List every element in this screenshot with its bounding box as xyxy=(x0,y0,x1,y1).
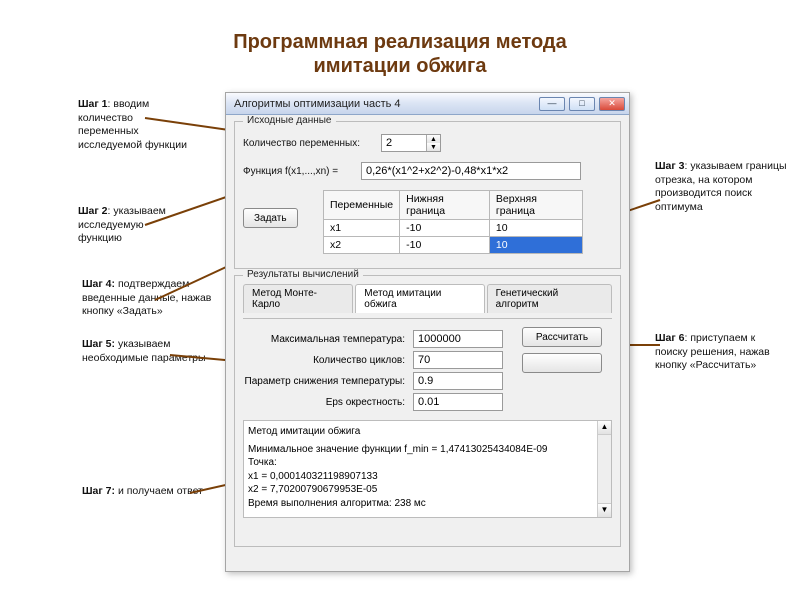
panel-source-data: Исходные данные Количество переменных: 2… xyxy=(234,121,621,269)
out-l1: Метод имитации обжига xyxy=(248,425,607,439)
output-scrollbar[interactable]: ▲ ▼ xyxy=(597,421,611,517)
cycles-label: Количество циклов: xyxy=(243,355,413,366)
panel-results: Результаты вычислений Метод Монте-Карло … xyxy=(234,275,621,547)
varcount-label: Количество переменных: xyxy=(243,138,381,149)
varcount-value: 2 xyxy=(382,137,426,149)
th-lo: Нижняя граница xyxy=(400,191,490,220)
out-l2: Минимальное значение функции f_min = 1,4… xyxy=(248,443,607,457)
function-input[interactable]: 0,26*(x1^2+x2^2)-0,48*x1*x2 xyxy=(361,162,581,180)
method-tabs: Метод Монте-Карло Метод имитации обжига … xyxy=(243,284,612,313)
window-title: Алгоритмы оптимизации часть 4 xyxy=(230,98,535,110)
maxT-input[interactable]: 1000000 xyxy=(413,330,503,348)
maxT-label: Максимальная температура: xyxy=(243,334,413,345)
close-button[interactable]: ✕ xyxy=(599,97,625,111)
maximize-button[interactable]: □ xyxy=(569,97,595,111)
scroll-up-icon[interactable]: ▲ xyxy=(598,421,611,435)
eps-input[interactable]: 0.01 xyxy=(413,393,503,411)
spinner-up-icon[interactable]: ▲ xyxy=(426,135,440,143)
out-l4: x1 = 0,000140321198907133 xyxy=(248,470,607,484)
cycles-input[interactable]: 70 xyxy=(413,351,503,369)
secondary-button[interactable]: . xyxy=(522,353,602,373)
function-value: 0,26*(x1^2+x2^2)-0,48*x1*x2 xyxy=(366,165,508,177)
cool-input[interactable]: 0.9 xyxy=(413,372,503,390)
out-l6: Время выполнения алгоритма: 238 мс xyxy=(248,497,607,511)
tab-monte-carlo[interactable]: Метод Монте-Карло xyxy=(243,284,353,313)
th-var: Переменные xyxy=(324,191,400,220)
tab-sim-annealing[interactable]: Метод имитации обжига xyxy=(355,284,484,313)
th-hi: Верхняя граница xyxy=(489,191,582,220)
tab-genetic[interactable]: Генетический алгоритм xyxy=(487,284,612,313)
spinner-down-icon[interactable]: ▼ xyxy=(426,143,440,151)
function-label: Функция f(x1,...,xn) = xyxy=(243,166,361,177)
cool-label: Параметр снижения температуры: xyxy=(243,376,413,387)
table-row[interactable]: x2 -10 10 xyxy=(324,237,583,254)
out-l3: Точка: xyxy=(248,456,607,470)
variables-table: Переменные Нижняя граница Верхняя границ… xyxy=(323,190,583,254)
out-l5: x2 = 7,70200790679953E-05 xyxy=(248,483,607,497)
varcount-spinner[interactable]: 2 ▲ ▼ xyxy=(381,134,441,152)
panel-source-data-title: Исходные данные xyxy=(243,115,336,126)
window-titlebar: Алгоритмы оптимизации часть 4 — □ ✕ xyxy=(226,93,629,115)
panel-results-title: Результаты вычислений xyxy=(243,269,363,280)
minimize-button[interactable]: — xyxy=(539,97,565,111)
eps-label: Eps окрестность: xyxy=(243,397,413,408)
table-row[interactable]: x1 -10 10 xyxy=(324,220,583,237)
app-window: Алгоритмы оптимизации часть 4 — □ ✕ Исхо… xyxy=(225,92,630,572)
scroll-down-icon[interactable]: ▼ xyxy=(598,503,611,517)
output-textbox[interactable]: Метод имитации обжига Минимальное значен… xyxy=(243,420,612,518)
set-button[interactable]: Задать xyxy=(243,208,298,228)
calculate-button[interactable]: Рассчитать xyxy=(522,327,602,347)
